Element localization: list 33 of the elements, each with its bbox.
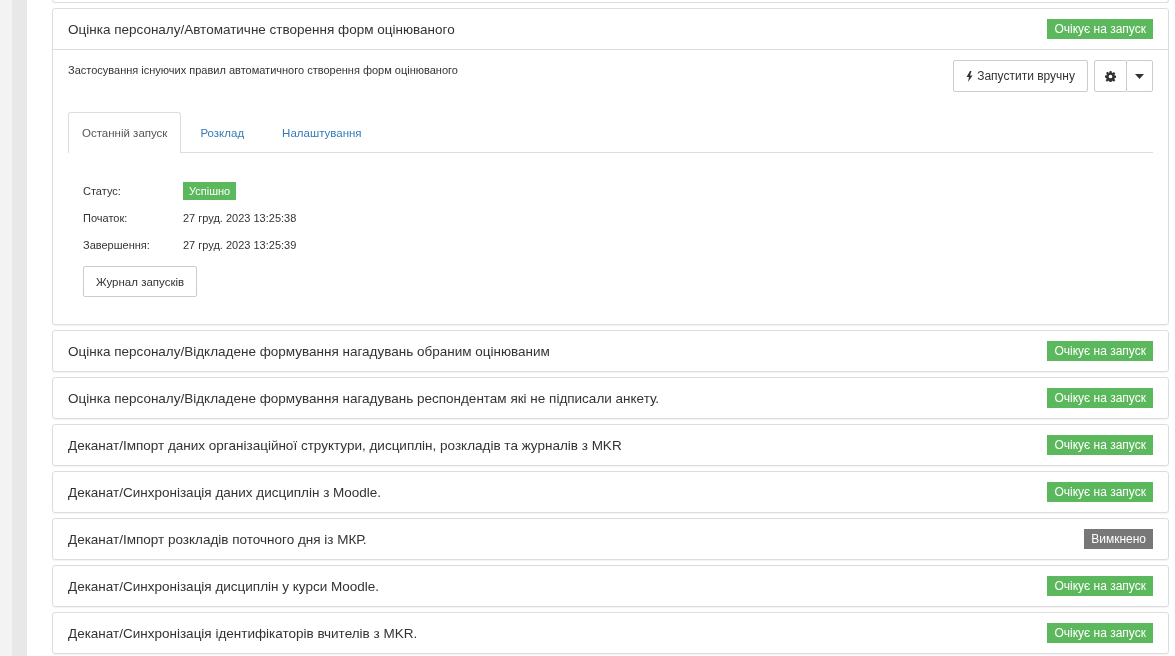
tab[interactable]: Налаштування <box>263 112 381 153</box>
settings-button[interactable] <box>1094 60 1127 92</box>
job-description: Застосування існуючих правил автоматичного створення форм оцінюваного <box>68 63 458 76</box>
run-manually-button[interactable]: Запустити вручну <box>953 60 1088 92</box>
status-badge: Очікує на запуск <box>1047 576 1153 596</box>
status-badge: Очікує на запуск <box>1047 388 1153 408</box>
status-badge: Вимкнено <box>1084 529 1153 549</box>
status-badge: Очікує на запуск <box>1047 623 1153 643</box>
job-title[interactable]: Деканат/Синхронізація дисциплін у курси Moodle. <box>68 578 379 594</box>
tab[interactable]: Розклад <box>181 112 264 153</box>
job-title[interactable]: Деканат/Імпорт розкладів поточного дня із МКР. <box>68 531 367 547</box>
status-badge: Очікує на запуск <box>1047 482 1153 502</box>
job-title[interactable]: Деканат/Синхронізація даних дисциплін з Moodle. <box>68 484 382 500</box>
field-label: Завершення: <box>83 238 151 251</box>
field-value: 27 груд. 2023 13:25:38 <box>183 211 297 224</box>
status-badge: Очікує на запуск <box>1047 19 1153 39</box>
run-log-button[interactable]: Журнал запусків <box>83 266 198 297</box>
field-label: Початок: <box>83 211 129 224</box>
job-title[interactable]: Оцінка персоналу/Відкладене формування нагадувань респондентам які не підписали анкету. <box>68 390 660 406</box>
field-value: 27 груд. 2023 13:25:39 <box>183 238 297 251</box>
settings-icon <box>1105 70 1116 82</box>
job-title[interactable]: Оцінка персоналу/Автоматичне створення форм оцінюваного <box>68 21 455 37</box>
status-badge: Очікує на запуск <box>1047 435 1153 455</box>
field-label: Статус: <box>83 184 122 197</box>
status-badge: Очікує на запуск <box>1047 341 1153 361</box>
lightning-icon <box>966 70 974 82</box>
dropdown-button[interactable] <box>1126 60 1153 92</box>
result-badge: Успішно <box>183 181 237 200</box>
job-title[interactable]: Деканат/Імпорт даних організаційної структури, дисциплін, розкладів та журналів з MKR <box>68 437 622 453</box>
caret-icon <box>1135 73 1144 79</box>
job-title[interactable]: Деканат/Синхронізація ідентифікаторів вчителів з MKR. <box>68 625 418 641</box>
tab[interactable]: Останній запуск <box>68 112 182 153</box>
job-title[interactable]: Оцінка персоналу/Відкладене формування нагадувань обраним оцінюваним <box>68 343 550 359</box>
